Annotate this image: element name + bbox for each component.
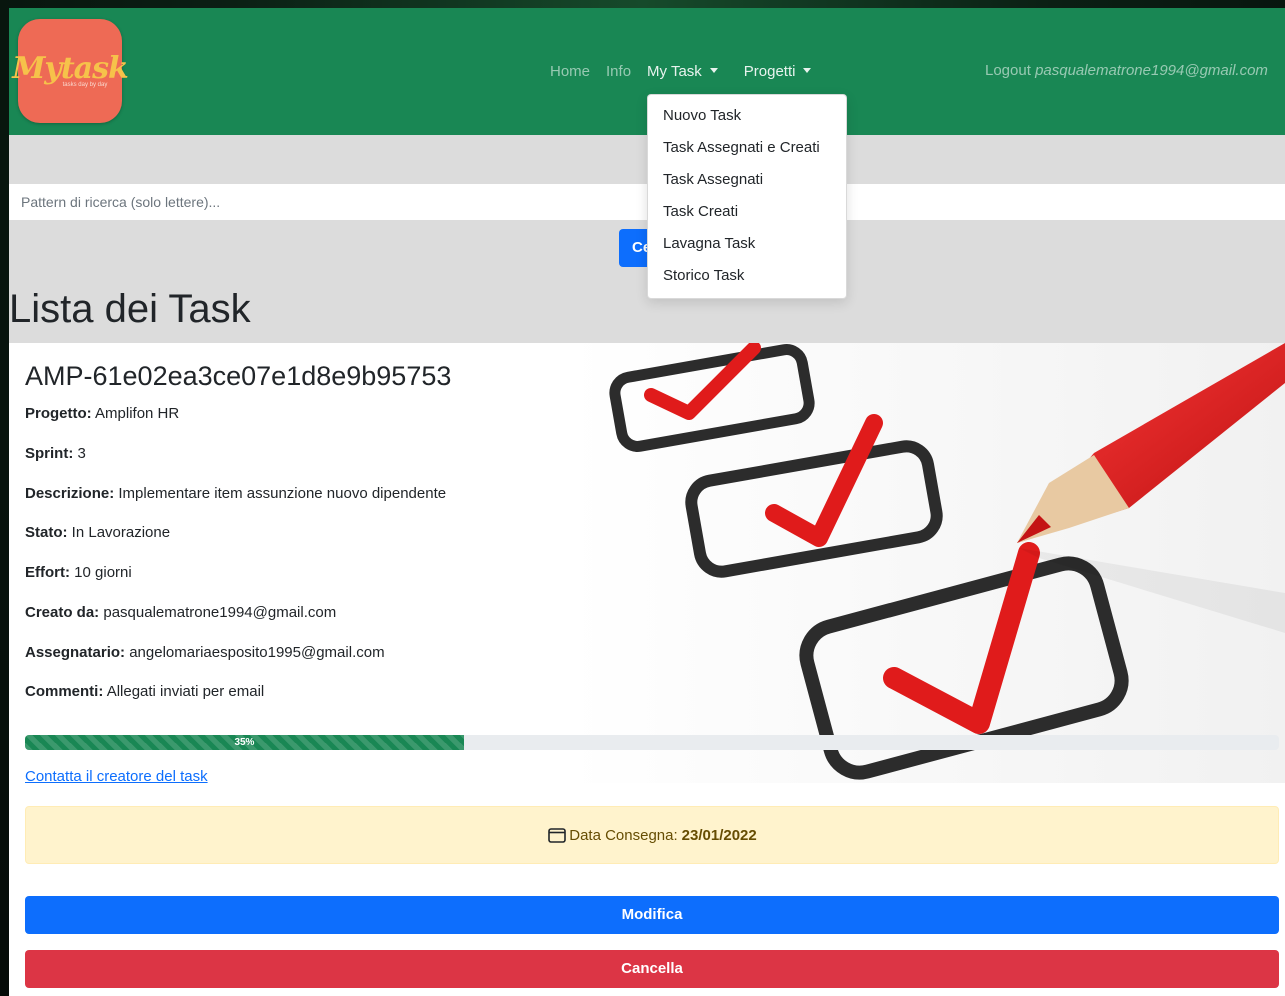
- menu-item-task-creati[interactable]: Task Creati: [648, 197, 846, 229]
- nav-my-task-label: My Task: [647, 62, 702, 80]
- field-commenti: Commenti: Allegati inviati per email: [25, 682, 264, 702]
- logo-subtext: tasks day by day: [62, 82, 108, 88]
- brand-logo[interactable]: Mytask tasks day by day: [12, 19, 129, 123]
- calendar-icon: [548, 828, 567, 843]
- delivery-date: 23/01/2022: [681, 826, 757, 844]
- nav-my-task-dropdown[interactable]: My Task: [647, 63, 718, 80]
- field-sprint: Sprint: 3: [25, 444, 86, 464]
- field-value: Amplifon HR: [95, 405, 180, 422]
- task-progress: 35%: [25, 735, 1279, 750]
- menu-item-lavagna-task[interactable]: Lavagna Task: [648, 229, 846, 261]
- logout-link[interactable]: Logout pasqualematrone1994@gmail.com: [985, 62, 1268, 79]
- edit-task-button[interactable]: Modifica: [25, 896, 1279, 934]
- user-email: pasqualematrone1994@gmail.com: [1035, 62, 1268, 79]
- chevron-down-icon: [709, 67, 718, 73]
- field-label: Creato da:: [25, 604, 100, 621]
- field-effort: Effort: 10 giorni: [25, 563, 132, 583]
- delivery-label: Data Consegna:: [569, 826, 678, 844]
- field-label: Progetto:: [25, 405, 92, 422]
- app-viewport: Mytask tasks day by day Home Info My Tas…: [9, 8, 1285, 996]
- nav-progetti-label: Progetti: [743, 62, 796, 80]
- field-value: 10 giorni: [74, 564, 132, 581]
- field-label: Commenti:: [25, 683, 104, 700]
- chevron-down-icon: [803, 67, 812, 73]
- field-label: Stato:: [25, 524, 68, 541]
- contact-creator-link[interactable]: Contatta il creatore del task: [25, 768, 208, 785]
- field-value: 3: [77, 445, 86, 462]
- delete-task-button[interactable]: Cancella: [25, 950, 1279, 988]
- field-label: Assegnatario:: [25, 644, 126, 661]
- nav-links: Home Info My Task Progetti: [550, 61, 827, 81]
- field-value: Implementare item assunzione nuovo dipen…: [118, 485, 447, 502]
- field-progetto: Progetto: Amplifon HR: [25, 404, 179, 424]
- field-descrizione: Descrizione: Implementare item assunzion…: [25, 484, 446, 504]
- field-value: In Lavorazione: [71, 524, 171, 541]
- menu-item-nuovo-task[interactable]: Nuovo Task: [648, 101, 846, 133]
- field-label: Effort:: [25, 564, 70, 581]
- menu-item-task-assegnati[interactable]: Task Assegnati: [648, 165, 846, 197]
- delivery-date-alert: Data Consegna: 23/01/2022: [25, 806, 1279, 864]
- field-value: pasqualematrone1994@gmail.com: [103, 604, 337, 621]
- nav-progetti-dropdown[interactable]: Progetti: [744, 63, 812, 80]
- my-task-dropdown-menu: Nuovo Task Task Assegnati e Creati Task …: [647, 94, 847, 299]
- field-value: Allegati inviati per email: [106, 683, 265, 700]
- page-title: Lista dei Task: [9, 287, 251, 331]
- checklist-illustration: [569, 343, 1285, 783]
- logout-label: Logout: [985, 62, 1031, 79]
- field-value: angelomariaesposito1995@gmail.com: [129, 644, 385, 661]
- nav-info-link[interactable]: Info: [606, 63, 631, 80]
- field-stato: Stato: In Lavorazione: [25, 523, 170, 543]
- menu-item-storico-task[interactable]: Storico Task: [648, 261, 846, 293]
- field-label: Descrizione:: [25, 485, 115, 502]
- menu-item-task-assegnati-e-creati[interactable]: Task Assegnati e Creati: [648, 133, 846, 165]
- field-label: Sprint:: [25, 445, 74, 462]
- task-id: AMP-61e02ea3ce07e1d8e9b95753: [25, 361, 452, 391]
- progress-bar: 35%: [25, 735, 464, 750]
- field-assegnatario: Assegnatario: angelomariaesposito1995@gm…: [25, 643, 385, 663]
- field-creato-da: Creato da: pasqualematrone1994@gmail.com: [25, 603, 336, 623]
- logo-text: Mytask: [12, 51, 129, 86]
- search-placeholder: Pattern di ricerca (solo lettere)...: [21, 194, 221, 210]
- nav-home-link[interactable]: Home: [550, 63, 590, 80]
